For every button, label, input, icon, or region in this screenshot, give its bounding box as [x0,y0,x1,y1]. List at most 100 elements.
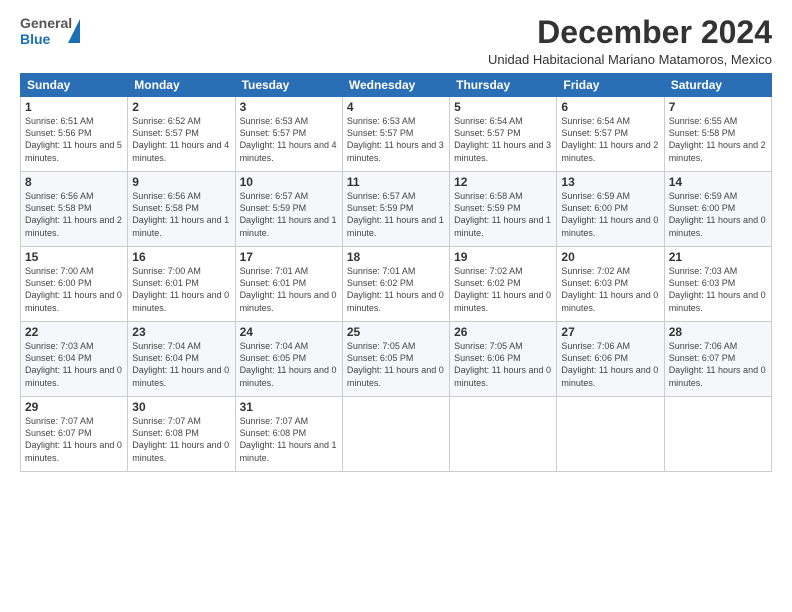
day-info: Sunrise: 7:00 AMSunset: 6:01 PMDaylight:… [132,266,229,312]
calendar-header-row: SundayMondayTuesdayWednesdayThursdayFrid… [21,74,772,97]
day-of-week-header: Tuesday [235,74,342,97]
day-info: Sunrise: 7:02 AMSunset: 6:02 PMDaylight:… [454,266,551,312]
day-number: 25 [347,325,445,339]
logo-general-text: General [20,15,72,31]
calendar-cell: 28 Sunrise: 7:06 AMSunset: 6:07 PMDaylig… [664,322,771,397]
day-info: Sunrise: 6:56 AMSunset: 5:58 PMDaylight:… [25,191,122,237]
calendar-week-row: 8 Sunrise: 6:56 AMSunset: 5:58 PMDayligh… [21,172,772,247]
calendar-cell: 8 Sunrise: 6:56 AMSunset: 5:58 PMDayligh… [21,172,128,247]
calendar-cell: 25 Sunrise: 7:05 AMSunset: 6:05 PMDaylig… [342,322,449,397]
day-info: Sunrise: 7:05 AMSunset: 6:05 PMDaylight:… [347,341,444,387]
day-info: Sunrise: 7:01 AMSunset: 6:01 PMDaylight:… [240,266,337,312]
day-info: Sunrise: 6:52 AMSunset: 5:57 PMDaylight:… [132,116,229,162]
day-number: 9 [132,175,230,189]
day-info: Sunrise: 7:06 AMSunset: 6:07 PMDaylight:… [669,341,766,387]
calendar-cell: 10 Sunrise: 6:57 AMSunset: 5:59 PMDaylig… [235,172,342,247]
day-info: Sunrise: 7:07 AMSunset: 6:08 PMDaylight:… [132,416,229,462]
calendar-cell [342,397,449,472]
day-info: Sunrise: 6:59 AMSunset: 6:00 PMDaylight:… [669,191,766,237]
day-number: 29 [25,400,123,414]
day-info: Sunrise: 7:04 AMSunset: 6:05 PMDaylight:… [240,341,337,387]
calendar-cell [450,397,557,472]
month-title: December 2024 [488,15,772,50]
day-number: 10 [240,175,338,189]
day-info: Sunrise: 6:57 AMSunset: 5:59 PMDaylight:… [240,191,337,237]
calendar-cell: 3 Sunrise: 6:53 AMSunset: 5:57 PMDayligh… [235,97,342,172]
calendar-week-row: 29 Sunrise: 7:07 AMSunset: 6:07 PMDaylig… [21,397,772,472]
day-info: Sunrise: 7:00 AMSunset: 6:00 PMDaylight:… [25,266,122,312]
day-number: 12 [454,175,552,189]
day-info: Sunrise: 7:05 AMSunset: 6:06 PMDaylight:… [454,341,551,387]
calendar-cell: 16 Sunrise: 7:00 AMSunset: 6:01 PMDaylig… [128,247,235,322]
day-info: Sunrise: 7:07 AMSunset: 6:08 PMDaylight:… [240,416,337,462]
day-info: Sunrise: 7:06 AMSunset: 6:06 PMDaylight:… [561,341,658,387]
day-of-week-header: Sunday [21,74,128,97]
calendar-cell: 6 Sunrise: 6:54 AMSunset: 5:57 PMDayligh… [557,97,664,172]
calendar-table: SundayMondayTuesdayWednesdayThursdayFrid… [20,73,772,472]
logo-triangle-icon [68,19,80,43]
day-info: Sunrise: 6:55 AMSunset: 5:58 PMDaylight:… [669,116,766,162]
calendar-cell: 5 Sunrise: 6:54 AMSunset: 5:57 PMDayligh… [450,97,557,172]
calendar-cell [664,397,771,472]
day-number: 8 [25,175,123,189]
calendar-week-row: 22 Sunrise: 7:03 AMSunset: 6:04 PMDaylig… [21,322,772,397]
day-of-week-header: Monday [128,74,235,97]
day-number: 16 [132,250,230,264]
page-header: General Blue December 2024 Unidad Habita… [20,15,772,67]
day-number: 21 [669,250,767,264]
calendar-cell [557,397,664,472]
calendar-cell: 21 Sunrise: 7:03 AMSunset: 6:03 PMDaylig… [664,247,771,322]
calendar-cell: 29 Sunrise: 7:07 AMSunset: 6:07 PMDaylig… [21,397,128,472]
day-number: 24 [240,325,338,339]
day-info: Sunrise: 7:02 AMSunset: 6:03 PMDaylight:… [561,266,658,312]
day-number: 22 [25,325,123,339]
logo: General Blue [20,15,80,57]
calendar-page: General Blue December 2024 Unidad Habita… [0,0,792,612]
day-of-week-header: Wednesday [342,74,449,97]
day-info: Sunrise: 6:57 AMSunset: 5:59 PMDaylight:… [347,191,444,237]
day-number: 5 [454,100,552,114]
day-number: 20 [561,250,659,264]
calendar-cell: 17 Sunrise: 7:01 AMSunset: 6:01 PMDaylig… [235,247,342,322]
day-of-week-header: Saturday [664,74,771,97]
logo-blue-text: Blue [20,31,50,47]
day-info: Sunrise: 6:59 AMSunset: 6:00 PMDaylight:… [561,191,658,237]
day-number: 26 [454,325,552,339]
calendar-cell: 24 Sunrise: 7:04 AMSunset: 6:05 PMDaylig… [235,322,342,397]
day-number: 18 [347,250,445,264]
calendar-week-row: 15 Sunrise: 7:00 AMSunset: 6:00 PMDaylig… [21,247,772,322]
calendar-week-row: 1 Sunrise: 6:51 AMSunset: 5:56 PMDayligh… [21,97,772,172]
day-number: 28 [669,325,767,339]
calendar-cell: 9 Sunrise: 6:56 AMSunset: 5:58 PMDayligh… [128,172,235,247]
day-number: 30 [132,400,230,414]
day-of-week-header: Friday [557,74,664,97]
calendar-cell: 19 Sunrise: 7:02 AMSunset: 6:02 PMDaylig… [450,247,557,322]
day-of-week-header: Thursday [450,74,557,97]
day-number: 1 [25,100,123,114]
day-info: Sunrise: 7:03 AMSunset: 6:04 PMDaylight:… [25,341,122,387]
day-number: 7 [669,100,767,114]
day-number: 11 [347,175,445,189]
day-number: 3 [240,100,338,114]
calendar-cell: 22 Sunrise: 7:03 AMSunset: 6:04 PMDaylig… [21,322,128,397]
calendar-cell: 2 Sunrise: 6:52 AMSunset: 5:57 PMDayligh… [128,97,235,172]
day-info: Sunrise: 6:51 AMSunset: 5:56 PMDaylight:… [25,116,122,162]
day-number: 6 [561,100,659,114]
day-number: 19 [454,250,552,264]
calendar-cell: 27 Sunrise: 7:06 AMSunset: 6:06 PMDaylig… [557,322,664,397]
calendar-cell: 4 Sunrise: 6:53 AMSunset: 5:57 PMDayligh… [342,97,449,172]
location-subtitle: Unidad Habitacional Mariano Matamoros, M… [488,52,772,67]
calendar-cell: 12 Sunrise: 6:58 AMSunset: 5:59 PMDaylig… [450,172,557,247]
calendar-cell: 23 Sunrise: 7:04 AMSunset: 6:04 PMDaylig… [128,322,235,397]
day-info: Sunrise: 7:07 AMSunset: 6:07 PMDaylight:… [25,416,122,462]
day-info: Sunrise: 7:01 AMSunset: 6:02 PMDaylight:… [347,266,444,312]
calendar-cell: 18 Sunrise: 7:01 AMSunset: 6:02 PMDaylig… [342,247,449,322]
calendar-cell: 11 Sunrise: 6:57 AMSunset: 5:59 PMDaylig… [342,172,449,247]
calendar-cell: 15 Sunrise: 7:00 AMSunset: 6:00 PMDaylig… [21,247,128,322]
title-area: December 2024 Unidad Habitacional Marian… [488,15,772,67]
calendar-cell: 20 Sunrise: 7:02 AMSunset: 6:03 PMDaylig… [557,247,664,322]
calendar-cell: 30 Sunrise: 7:07 AMSunset: 6:08 PMDaylig… [128,397,235,472]
day-number: 14 [669,175,767,189]
day-number: 4 [347,100,445,114]
calendar-cell: 14 Sunrise: 6:59 AMSunset: 6:00 PMDaylig… [664,172,771,247]
